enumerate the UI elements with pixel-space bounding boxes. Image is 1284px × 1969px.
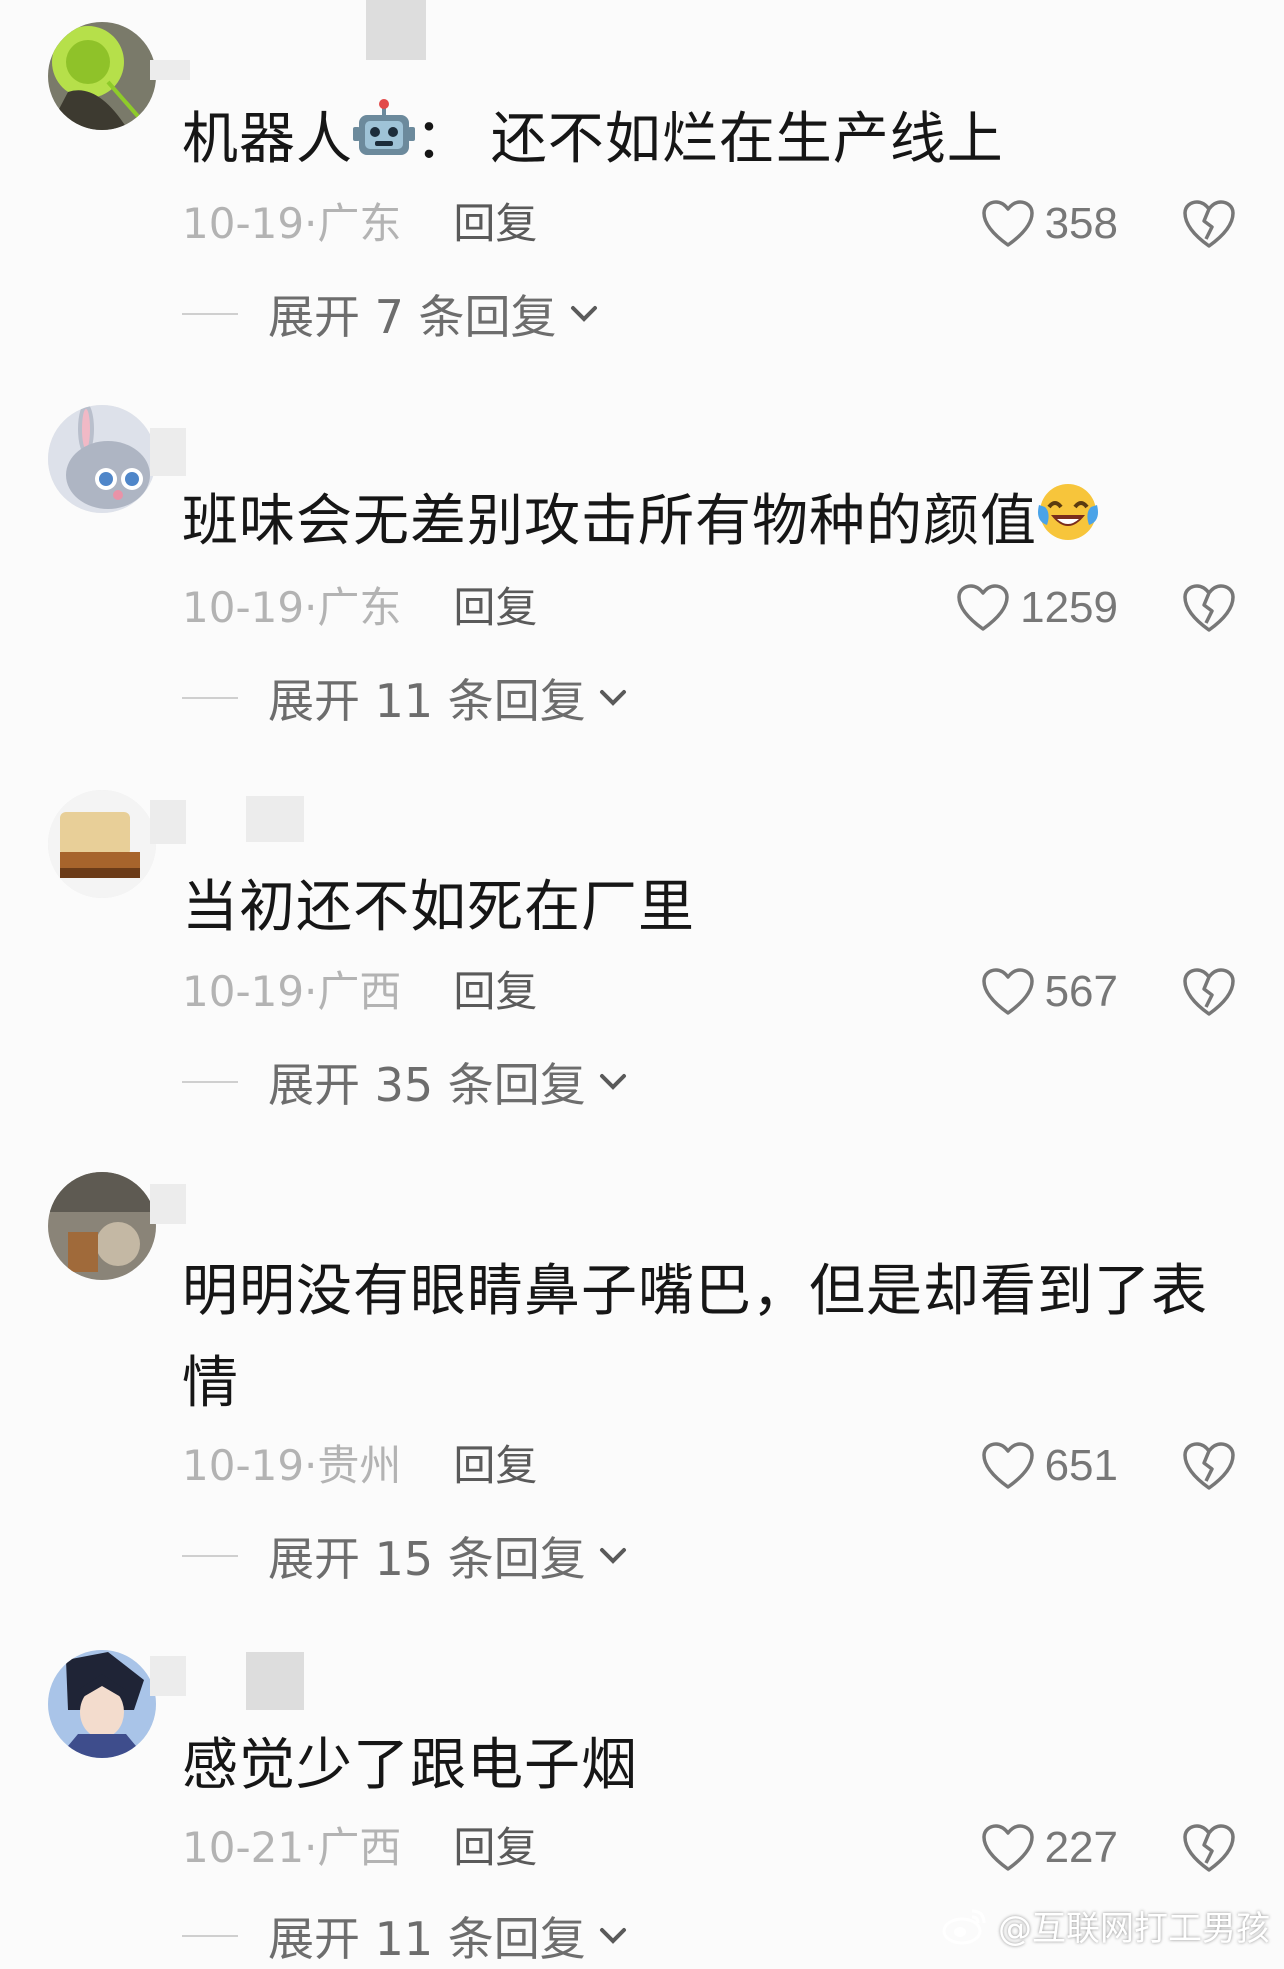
comment-meta: 10-19· 贵州 回复 (182, 1436, 537, 1496)
laughing-crying-emoji (1037, 479, 1099, 571)
dislike-button[interactable] (1182, 965, 1236, 1019)
dislike-button[interactable] (1182, 581, 1236, 635)
comment-text: 机器人： 还不如烂在生产线上 (182, 94, 1242, 189)
comment-text: 班味会无差别攻击所有物种的颜值 (182, 476, 1242, 571)
reply-button[interactable]: 回复 (453, 1818, 537, 1878)
location: 广东 (317, 583, 402, 632)
expand-replies-button[interactable]: 展开 7 条回复 (182, 284, 599, 344)
avatar[interactable] (48, 405, 156, 513)
heart-icon (957, 584, 1009, 631)
dislike-button[interactable] (1182, 197, 1236, 251)
expand-replies-button[interactable]: 展开 35 条回复 (182, 1052, 628, 1112)
like-count: 1259 (1020, 583, 1118, 632)
like-button[interactable]: 567 (981, 962, 1118, 1022)
location: 广西 (317, 1823, 402, 1872)
reply-button[interactable]: 回复 (453, 1436, 537, 1496)
comment-meta: 10-19· 广西 回复 (182, 962, 537, 1022)
broken-heart-icon (1183, 1824, 1235, 1872)
heart-icon (981, 1442, 1034, 1489)
expand-replies-button[interactable]: 展开 15 条回复 (182, 1526, 628, 1586)
dislike-button[interactable] (1182, 1821, 1236, 1875)
like-count: 651 (1044, 1441, 1118, 1490)
dislike-button[interactable] (1182, 1439, 1236, 1493)
like-button[interactable]: 358 (981, 194, 1118, 254)
reply-button[interactable]: 回复 (453, 578, 537, 638)
weibo-logo-icon (942, 1909, 986, 1945)
comment-text: 明明没有眼睛鼻子嘴巴，但是却看到了表情 (182, 1259, 1208, 1416)
divider (182, 313, 238, 315)
like-count: 358 (1044, 199, 1118, 248)
avatar[interactable] (48, 22, 156, 130)
chevron-down-icon (599, 690, 626, 706)
date: 10-19· (182, 199, 318, 248)
like-count: 567 (1044, 967, 1118, 1016)
divider (182, 697, 238, 699)
chevron-down-icon (599, 1548, 626, 1564)
divider (182, 1555, 238, 1557)
comment-meta: 10-21· 广西 回复 (182, 1818, 537, 1878)
date: 10-19· (182, 583, 318, 632)
broken-heart-icon (1183, 200, 1235, 248)
like-count: 227 (1044, 1823, 1118, 1872)
date: 10-21· (182, 1823, 318, 1872)
divider (182, 1935, 238, 1937)
chevron-down-icon (599, 1074, 626, 1090)
like-button[interactable]: 1259 (956, 578, 1118, 638)
heart-icon (981, 200, 1034, 247)
reply-button[interactable]: 回复 (453, 194, 537, 254)
avatar[interactable] (48, 1650, 156, 1758)
weibo-watermark: @互联网打工男孩 (942, 1900, 1270, 1950)
broken-heart-icon (1183, 968, 1235, 1016)
location: 贵州 (317, 1441, 402, 1490)
heart-icon (981, 1824, 1034, 1871)
location: 广西 (317, 967, 402, 1016)
heart-icon (981, 968, 1034, 1015)
avatar[interactable] (48, 790, 156, 898)
chevron-down-icon (570, 306, 597, 322)
broken-heart-icon (1183, 1442, 1235, 1490)
reply-button[interactable]: 回复 (453, 962, 537, 1022)
comment-text: 感觉少了跟电子烟 (182, 1733, 638, 1798)
location: 广东 (317, 199, 402, 248)
like-button[interactable]: 651 (981, 1436, 1118, 1496)
comment-text: 当初还不如死在厂里 (182, 875, 695, 940)
expand-replies-button[interactable]: 展开 11 条回复 (182, 668, 628, 728)
like-button[interactable]: 227 (981, 1818, 1118, 1878)
chevron-down-icon (599, 1928, 626, 1944)
divider (182, 1081, 238, 1083)
avatar[interactable] (48, 1172, 156, 1280)
date: 10-19· (182, 967, 318, 1016)
broken-heart-icon (1183, 584, 1235, 632)
robot-emoji (353, 97, 415, 189)
comment-meta: 10-19· 广东 回复 (182, 194, 537, 254)
expand-replies-button[interactable]: 展开 11 条回复 (182, 1906, 628, 1966)
comment-meta: 10-19· 广东 回复 (182, 578, 537, 638)
date: 10-19· (182, 1441, 318, 1490)
